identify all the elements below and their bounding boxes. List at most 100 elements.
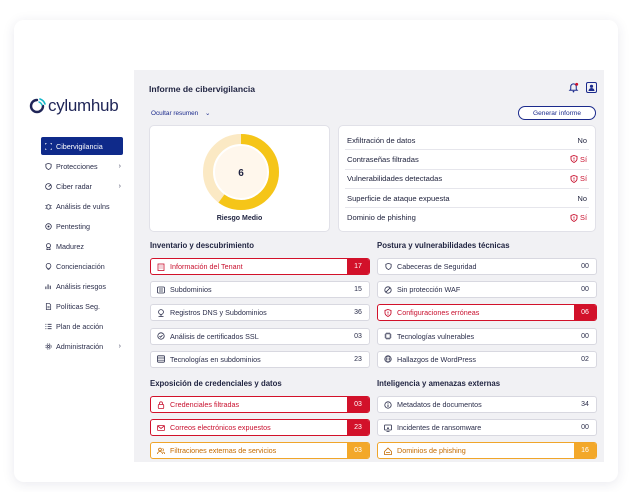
finding-row[interactable]: Registros DNS y Subdominios 36 [150, 304, 370, 322]
finding-row[interactable]: Tecnologías vulnerables 00 [377, 327, 597, 345]
sidebar-item[interactable]: Cibervigilancia [41, 137, 123, 155]
phishing-icon [382, 447, 394, 455]
chevron-right-icon: › [118, 162, 121, 170]
summary-row: Vulnerabilidades detectadas Sí [345, 170, 589, 189]
section-title-inventario: Inventario y descubrimiento [150, 241, 254, 250]
ransomware-icon [382, 424, 394, 432]
finding-row[interactable]: Correos electrónicos expuestos 23 [150, 419, 370, 437]
finding-count: 16 [574, 443, 596, 459]
warning-shield-icon [570, 213, 578, 222]
bell-icon[interactable] [568, 82, 579, 93]
document-icon [45, 302, 52, 310]
bulb-icon [45, 262, 52, 270]
finding-label: Registros DNS y Subdominios [170, 308, 267, 318]
summary-row: Exfiltración de datos No [345, 131, 589, 151]
sidebar-item[interactable]: Protecciones › [41, 157, 123, 175]
mail-icon [155, 424, 167, 432]
finding-row[interactable]: Incidentes de ransomware 00 [377, 419, 597, 437]
sidebar-item[interactable]: Análisis riesgos [41, 277, 123, 295]
summary-value: Sí [570, 174, 587, 183]
logo-text: cylumhub [48, 96, 119, 115]
gauge-value: 6 [238, 168, 244, 179]
sidebar-item-label: Políticas Seg. [56, 301, 100, 311]
shield-icon [45, 162, 52, 170]
finding-row[interactable]: Metadatos de documentos 34 [377, 396, 597, 413]
sidebar-item[interactable]: Plan de acción [41, 317, 123, 335]
warning-shield-icon [570, 155, 578, 164]
finding-row[interactable]: Tecnologías en subdominios 23 [150, 350, 370, 368]
summary-value-text: No [577, 135, 587, 145]
finding-label: Tecnologías en subdominios [170, 354, 261, 364]
finding-count: 36 [354, 309, 362, 317]
risk-label: Riesgo Medio [216, 215, 263, 222]
summary-label: Dominio de phishing [347, 213, 416, 223]
summary-value: Sí [570, 155, 587, 164]
finding-count: 17 [347, 259, 369, 274]
finding-label: Tecnologías vulnerables [397, 331, 475, 341]
server-icon [155, 355, 167, 363]
finding-row[interactable]: Cabeceras de Seguridad 00 [377, 258, 597, 275]
finding-row[interactable]: Sin protección WAF 00 [377, 281, 597, 299]
info-icon [382, 400, 394, 409]
sidebar-item[interactable]: Análisis de vulns [41, 197, 123, 215]
finding-row[interactable]: Subdominios 15 [150, 281, 370, 299]
sidebar-item[interactable]: Concienciación [41, 257, 123, 275]
finding-row[interactable]: Análisis de certificados SSL 03 [150, 327, 370, 345]
dns-icon [155, 309, 167, 317]
finding-row[interactable]: Dominios de phishing 16 [377, 442, 597, 460]
summary-value-text: No [577, 193, 587, 203]
sidebar-item[interactable]: Administración › [41, 337, 123, 355]
chevron-down-icon: ⌄ [205, 110, 211, 117]
logo-icon [29, 98, 46, 114]
page-title: Informe de cibervigilancia [149, 84, 256, 94]
scan-icon [45, 142, 52, 150]
summary-row: Superficie de ataque expuesta No [345, 189, 589, 209]
sidebar-item[interactable]: Pentesting [41, 217, 123, 235]
finding-count: 23 [354, 355, 362, 363]
gear-icon [45, 342, 52, 350]
finding-row[interactable]: Hallazgos de WordPress 02 [377, 350, 597, 368]
chart-icon [45, 283, 52, 290]
top-strip [14, 20, 618, 70]
bug-icon [45, 203, 52, 210]
sidebar-item-label: Protecciones [56, 161, 98, 171]
summary-row: Dominio de phishing Sí [345, 208, 589, 227]
finding-row[interactable]: Credenciales filtradas 03 [150, 396, 370, 413]
finding-row[interactable]: Información del Tenant 17 [150, 258, 370, 275]
sidebar-item-label: Administración [56, 341, 104, 351]
finding-label: Análisis de certificados SSL [170, 331, 259, 341]
certificate-icon [155, 332, 167, 340]
finding-count: 00 [581, 424, 589, 432]
finding-count: 00 [581, 263, 589, 270]
users-icon [155, 447, 167, 455]
user-icon[interactable] [586, 82, 597, 93]
finding-count: 34 [581, 401, 589, 408]
sidebar-item[interactable]: Ciber radar › [41, 177, 123, 195]
radar-icon [45, 182, 52, 190]
sidebar-item-label: Ciber radar [56, 181, 92, 191]
finding-count: 00 [581, 332, 589, 340]
summary-value: No [578, 194, 587, 203]
summary-label: Exfiltración de datos [347, 135, 416, 145]
generate-report-button[interactable]: Generar informe [518, 106, 596, 120]
sidebar-nav: Cibervigilancia Protecciones › Ciber radar ›… [41, 137, 123, 357]
summary-value-text: Sí [580, 154, 587, 164]
sidebar-item-label: Concienciación [56, 261, 105, 271]
lock-icon [155, 400, 167, 409]
toggle-summary[interactable]: Ocultar resumen ⌄ [151, 109, 210, 117]
finding-row[interactable]: Configuraciones erróneas 06 [377, 304, 597, 322]
sidebar-item[interactable]: Madurez [41, 237, 123, 255]
warning-shield-icon [382, 308, 394, 317]
finding-label: Dominios de phishing [397, 446, 466, 456]
finding-row[interactable]: Filtraciones externas de servicios 03 [150, 442, 370, 460]
finding-count: 06 [574, 305, 596, 321]
finding-label: Metadatos de documentos [397, 400, 482, 409]
summary-card: Exfiltración de datos No Contraseñas filtr… [338, 125, 596, 232]
sidebar-item-label: Cibervigilancia [56, 141, 103, 151]
summary-value: Sí [570, 213, 587, 222]
finding-label: Hallazgos de WordPress [397, 354, 476, 364]
sidebar-item[interactable]: Políticas Seg. [41, 297, 123, 315]
chevron-right-icon: › [118, 342, 121, 350]
badge-icon [45, 242, 52, 250]
finding-count: 03 [354, 332, 362, 340]
